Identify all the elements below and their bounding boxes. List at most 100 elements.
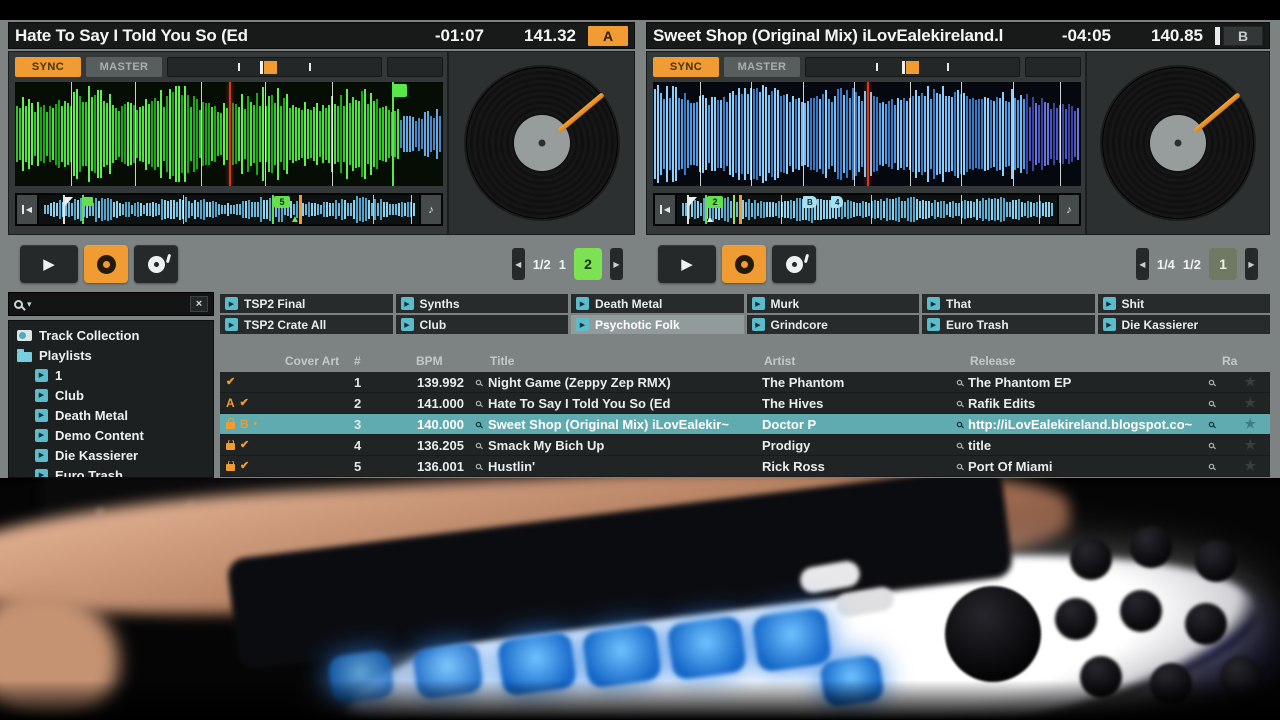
table-row[interactable]: A✔2141.000Hate To Say I Told You So (EdT…	[220, 393, 1270, 414]
row-title[interactable]: Hustlin'	[488, 459, 756, 474]
release-search-button[interactable]	[1202, 399, 1220, 408]
release-search-button[interactable]	[1202, 441, 1220, 450]
sidebar-item[interactable]: ▶Die Kassierer	[9, 445, 213, 465]
column-header-rating[interactable]: Ra	[1220, 354, 1270, 368]
deck-b-skip-start-button[interactable]: ◀	[655, 195, 677, 224]
artist-search-button[interactable]	[950, 420, 968, 429]
favorite-slot[interactable]: ▶Club	[396, 315, 569, 334]
row-artist[interactable]: Rick Ross	[762, 459, 950, 474]
row-artist[interactable]: Prodigy	[762, 438, 950, 453]
table-row[interactable]: ✔5136.001Hustlin'Rick RossPort Of Miami★	[220, 456, 1270, 477]
pager-next-button[interactable]: ▶	[610, 248, 623, 280]
release-search-button[interactable]	[1202, 462, 1220, 471]
table-row[interactable]: ✔4136.205Smack My Bich UpProdigytitle★	[220, 435, 1270, 456]
sidebar-item[interactable]: ▶Demo Content	[9, 425, 213, 445]
cue-number-tag[interactable]: 4	[831, 196, 843, 208]
row-release[interactable]: http://iLovEalekireland.blogspot.co~	[968, 417, 1202, 432]
sidebar-item[interactable]: Track Collection	[9, 325, 213, 345]
artist-search-button[interactable]	[950, 462, 968, 471]
deck-a-play-button[interactable]: ▶	[20, 245, 78, 283]
deck-b-phase-meter[interactable]	[805, 57, 1020, 77]
column-header-bpm[interactable]: BPM	[406, 354, 468, 368]
favorite-slot[interactable]: ▶That	[922, 294, 1095, 313]
row-release[interactable]: Rafik Edits	[968, 396, 1202, 411]
favorite-slot[interactable]: ▶Euro Trash	[922, 315, 1095, 334]
favorite-slot[interactable]: ▶TSP2 Final	[220, 294, 393, 313]
deck-b-waveform[interactable]	[653, 82, 1081, 186]
row-release[interactable]: The Phantom EP	[968, 375, 1202, 390]
pager-active-value[interactable]: 2	[574, 248, 602, 280]
deck-a-scratch-button[interactable]	[134, 245, 178, 283]
sidebar-item[interactable]: ▶Euro Trash	[9, 465, 213, 478]
pager-label[interactable]: 1/4	[1157, 257, 1175, 272]
deck-b-vinyl-platter[interactable]	[1102, 67, 1254, 219]
row-rating[interactable]: ★	[1220, 458, 1270, 474]
deck-a-master-button[interactable]: MASTER	[86, 57, 162, 77]
row-title[interactable]: Smack My Bich Up	[488, 438, 756, 453]
pager-label[interactable]: 1/2	[533, 257, 551, 272]
title-search-button[interactable]	[468, 462, 488, 471]
table-row[interactable]: ✔1139.992Night Game (Zeppy Zep RMX)The P…	[220, 372, 1270, 393]
deck-a-stripe-overview[interactable]: ◀ 5 ▲	[15, 193, 443, 226]
deck-a-skip-start-button[interactable]: ◀	[17, 195, 39, 224]
deck-b-stripe-overview[interactable]: ◀ 2 ▲	[653, 193, 1081, 226]
deck-a-phase-meter[interactable]	[167, 57, 382, 77]
deck-a-sync-button[interactable]: SYNC	[15, 57, 81, 77]
deck-a-vinyl-platter[interactable]	[466, 67, 618, 219]
title-search-button[interactable]	[468, 399, 488, 408]
release-search-button[interactable]	[1202, 378, 1220, 387]
row-title[interactable]: Sweet Shop (Original Mix) iLovEalekir~	[488, 417, 756, 432]
artist-search-button[interactable]	[950, 441, 968, 450]
deck-a-endwarning-button[interactable]: ♪	[419, 195, 441, 224]
row-title[interactable]: Hate To Say I Told You So (Ed	[488, 396, 756, 411]
title-search-button[interactable]	[468, 420, 488, 429]
release-search-button[interactable]	[1202, 420, 1220, 429]
cue-number-badge[interactable]: 5	[274, 196, 290, 208]
row-rating[interactable]: ★	[1220, 416, 1270, 432]
sidebar-item[interactable]: Playlists	[9, 345, 213, 365]
sidebar-item[interactable]: ▶Death Metal	[9, 405, 213, 425]
pager-label[interactable]: 1	[559, 257, 566, 272]
deck-a-cue-button[interactable]	[84, 245, 128, 283]
pager-active-value[interactable]: 1	[1209, 248, 1237, 280]
column-header-cover[interactable]: Cover Art	[276, 354, 348, 368]
favorite-slot[interactable]: ▶Murk	[747, 294, 920, 313]
favorite-slot[interactable]: ▶TSP2 Crate All	[220, 315, 393, 334]
favorite-slot[interactable]: ▶Shit	[1098, 294, 1271, 313]
row-release[interactable]: Port Of Miami	[968, 459, 1202, 474]
sidebar-item[interactable]: ▶Club	[9, 385, 213, 405]
table-row[interactable]: B•3140.000Sweet Shop (Original Mix) iLov…	[220, 414, 1270, 435]
column-header-num[interactable]: #	[348, 354, 406, 368]
browser-close-button[interactable]: ×	[190, 296, 208, 312]
cue-number-badge[interactable]: 2	[707, 196, 723, 208]
sidebar-item[interactable]: ▶1	[9, 365, 213, 385]
row-artist[interactable]: Doctor P	[762, 417, 950, 432]
pager-prev-button[interactable]: ◀	[512, 248, 525, 280]
artist-search-button[interactable]	[950, 399, 968, 408]
deck-b-endwarning-button[interactable]: ♪	[1057, 195, 1079, 224]
deck-a-waveform[interactable]	[15, 82, 443, 186]
artist-search-button[interactable]	[950, 378, 968, 387]
row-rating[interactable]: ★	[1220, 395, 1270, 411]
title-search-button[interactable]	[468, 441, 488, 450]
row-release[interactable]: title	[968, 438, 1202, 453]
row-rating[interactable]: ★	[1220, 437, 1270, 453]
deck-a-letter-badge[interactable]: A	[588, 26, 628, 46]
column-header-release[interactable]: Release	[968, 354, 1202, 368]
cue-letter-tag[interactable]: B	[803, 196, 817, 208]
search-bar[interactable]: ▾ ×	[8, 292, 214, 316]
favorite-slot[interactable]: ▶Grindcore	[747, 315, 920, 334]
pager-label[interactable]: 1/2	[1183, 257, 1201, 272]
deck-b-cue-button[interactable]	[722, 245, 766, 283]
deck-b-scratch-button[interactable]	[772, 245, 816, 283]
title-search-button[interactable]	[468, 378, 488, 387]
column-header-title[interactable]: Title	[488, 354, 756, 368]
deck-b-letter-badge[interactable]: B	[1223, 26, 1263, 46]
row-artist[interactable]: The Hives	[762, 396, 950, 411]
favorite-slot[interactable]: ▶Psychotic Folk	[571, 315, 744, 334]
deck-b-sync-button[interactable]: SYNC	[653, 57, 719, 77]
favorite-slot[interactable]: ▶Die Kassierer	[1098, 315, 1271, 334]
row-artist[interactable]: The Phantom	[762, 375, 950, 390]
row-title[interactable]: Night Game (Zeppy Zep RMX)	[488, 375, 756, 390]
row-rating[interactable]: ★	[1220, 374, 1270, 390]
